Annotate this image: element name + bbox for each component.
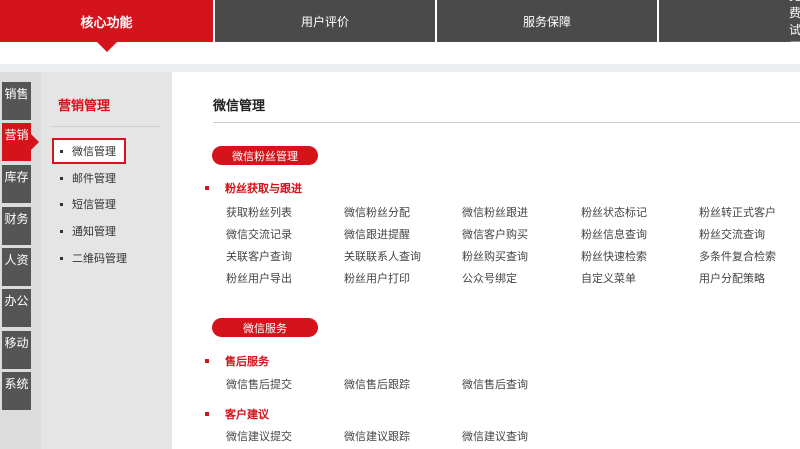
group-bullet-icon xyxy=(205,186,209,190)
submenu-item-label: 微信管理 xyxy=(72,145,116,158)
category-label: 库存 xyxy=(4,170,29,184)
tab-service-guarantee[interactable]: 服务保障 xyxy=(437,0,657,42)
tab-free-trial[interactable]: 免费试用 xyxy=(659,0,800,54)
tab-label: 服务保障 xyxy=(522,14,571,29)
group-title-label: 售后服务 xyxy=(225,355,269,368)
feature-link[interactable]: 用户分配策略 xyxy=(699,270,765,286)
category-label: 销售 xyxy=(4,87,29,101)
group-title-label: 粉丝获取与跟进 xyxy=(225,182,302,195)
category-tab-hr[interactable]: 人资 xyxy=(2,248,31,286)
feature-link[interactable]: 粉丝交流查询 xyxy=(699,226,765,242)
category-tab-inventory[interactable]: 库存 xyxy=(2,165,31,203)
submenu-title: 营销管理 xyxy=(58,99,111,114)
group-title-after-sales: 售后服务 xyxy=(205,353,269,369)
feature-link[interactable]: 粉丝用户导出 xyxy=(226,270,292,286)
feature-link[interactable]: 粉丝快速检索 xyxy=(581,248,647,264)
bullet-icon xyxy=(60,149,63,153)
category-label: 系统 xyxy=(4,377,29,391)
feature-link[interactable]: 粉丝状态标记 xyxy=(581,204,647,220)
group-bullet-icon xyxy=(205,412,209,416)
group-title-label: 客户建议 xyxy=(225,408,269,421)
feature-link[interactable]: 微信粉丝分配 xyxy=(344,204,410,220)
feature-link[interactable]: 微信客户购买 xyxy=(462,226,528,242)
submenu-panel: 营销管理 微信管理 邮件管理 短信管理 通知管理 二维码管理 xyxy=(41,72,172,449)
group-bullet-icon xyxy=(205,359,209,363)
category-tab-finance[interactable]: 财务 xyxy=(2,207,31,245)
bullet-icon xyxy=(60,256,63,260)
category-label: 办公 xyxy=(4,294,29,308)
submenu-item-notification[interactable]: 通知管理 xyxy=(60,223,116,239)
feature-link[interactable]: 微信建议跟踪 xyxy=(344,428,410,444)
feature-link[interactable]: 粉丝购买查询 xyxy=(462,248,528,264)
tab-label: 免费试用 xyxy=(789,0,800,54)
group-title-customer-suggestions: 客户建议 xyxy=(205,406,269,422)
feature-link[interactable]: 自定义菜单 xyxy=(581,270,636,286)
submenu-item-wechat[interactable]: 微信管理 xyxy=(52,138,126,164)
tab-label: 核心功能 xyxy=(80,15,133,31)
category-tab-marketing[interactable]: 营销 xyxy=(2,123,39,161)
category-label: 营销 xyxy=(4,128,29,142)
category-tab-office[interactable]: 办公 xyxy=(2,289,31,327)
page-title: 微信管理 xyxy=(213,99,266,114)
feature-link[interactable]: 微信建议提交 xyxy=(226,428,292,444)
feature-link[interactable]: 多条件复合检索 xyxy=(699,248,776,264)
category-label: 人资 xyxy=(4,253,29,267)
feature-link[interactable]: 微信粉丝跟进 xyxy=(462,204,528,220)
submenu-item-email[interactable]: 邮件管理 xyxy=(60,170,116,186)
feature-link[interactable]: 获取粉丝列表 xyxy=(226,204,292,220)
category-label: 财务 xyxy=(4,212,29,226)
submenu-item-label: 邮件管理 xyxy=(72,172,116,185)
bullet-icon xyxy=(60,176,63,180)
active-category-arrow-icon xyxy=(31,134,39,150)
feature-link[interactable]: 粉丝转正式客户 xyxy=(699,204,776,220)
feature-link[interactable]: 微信交流记录 xyxy=(226,226,292,242)
bullet-icon xyxy=(60,229,63,233)
section-pill-wechat-service: 微信服务 xyxy=(212,318,318,337)
header-divider xyxy=(0,64,800,72)
active-tab-arrow-icon xyxy=(96,42,117,52)
group-title-fan-acquisition: 粉丝获取与跟进 xyxy=(205,180,302,196)
submenu-item-label: 通知管理 xyxy=(72,225,116,238)
title-divider xyxy=(213,122,800,123)
feature-link[interactable]: 公众号绑定 xyxy=(462,270,517,286)
feature-link[interactable]: 粉丝信息查询 xyxy=(581,226,647,242)
tab-label: 用户评价 xyxy=(300,14,349,29)
tab-core-features[interactable]: 核心功能 xyxy=(0,0,213,52)
category-label: 移动 xyxy=(4,336,29,350)
category-tab-mobile[interactable]: 移动 xyxy=(2,331,31,369)
category-sidebar: 销售 营销 库存 财务 人资 办公 移动 系统 xyxy=(0,72,41,449)
top-nav: 核心功能 用户评价 服务保障 免费试用 xyxy=(0,0,800,54)
category-tab-system[interactable]: 系统 xyxy=(2,372,31,410)
submenu-item-label: 二维码管理 xyxy=(72,252,127,265)
bullet-icon xyxy=(60,202,63,206)
submenu-divider xyxy=(51,126,161,127)
tab-user-reviews[interactable]: 用户评价 xyxy=(215,0,435,42)
feature-link[interactable]: 微信跟进提醒 xyxy=(344,226,410,242)
feature-link[interactable]: 微信售后查询 xyxy=(462,376,528,392)
section-pill-wechat-fans: 微信粉丝管理 xyxy=(212,146,318,165)
category-tab-sales[interactable]: 销售 xyxy=(2,82,31,120)
submenu-item-qrcode[interactable]: 二维码管理 xyxy=(60,250,127,266)
feature-link[interactable]: 微信建议查询 xyxy=(462,428,528,444)
feature-link[interactable]: 关联联系人查询 xyxy=(344,248,421,264)
submenu-item-sms[interactable]: 短信管理 xyxy=(60,196,116,212)
feature-link[interactable]: 关联客户查询 xyxy=(226,248,292,264)
feature-link[interactable]: 粉丝用户打印 xyxy=(344,270,410,286)
feature-link[interactable]: 微信售后提交 xyxy=(226,376,292,392)
feature-link[interactable]: 微信售后跟踪 xyxy=(344,376,410,392)
main-content: 微信管理 微信粉丝管理 粉丝获取与跟进 获取粉丝列表 微信粉丝分配 微信粉丝跟进… xyxy=(172,72,800,449)
submenu-item-label: 短信管理 xyxy=(72,198,116,211)
